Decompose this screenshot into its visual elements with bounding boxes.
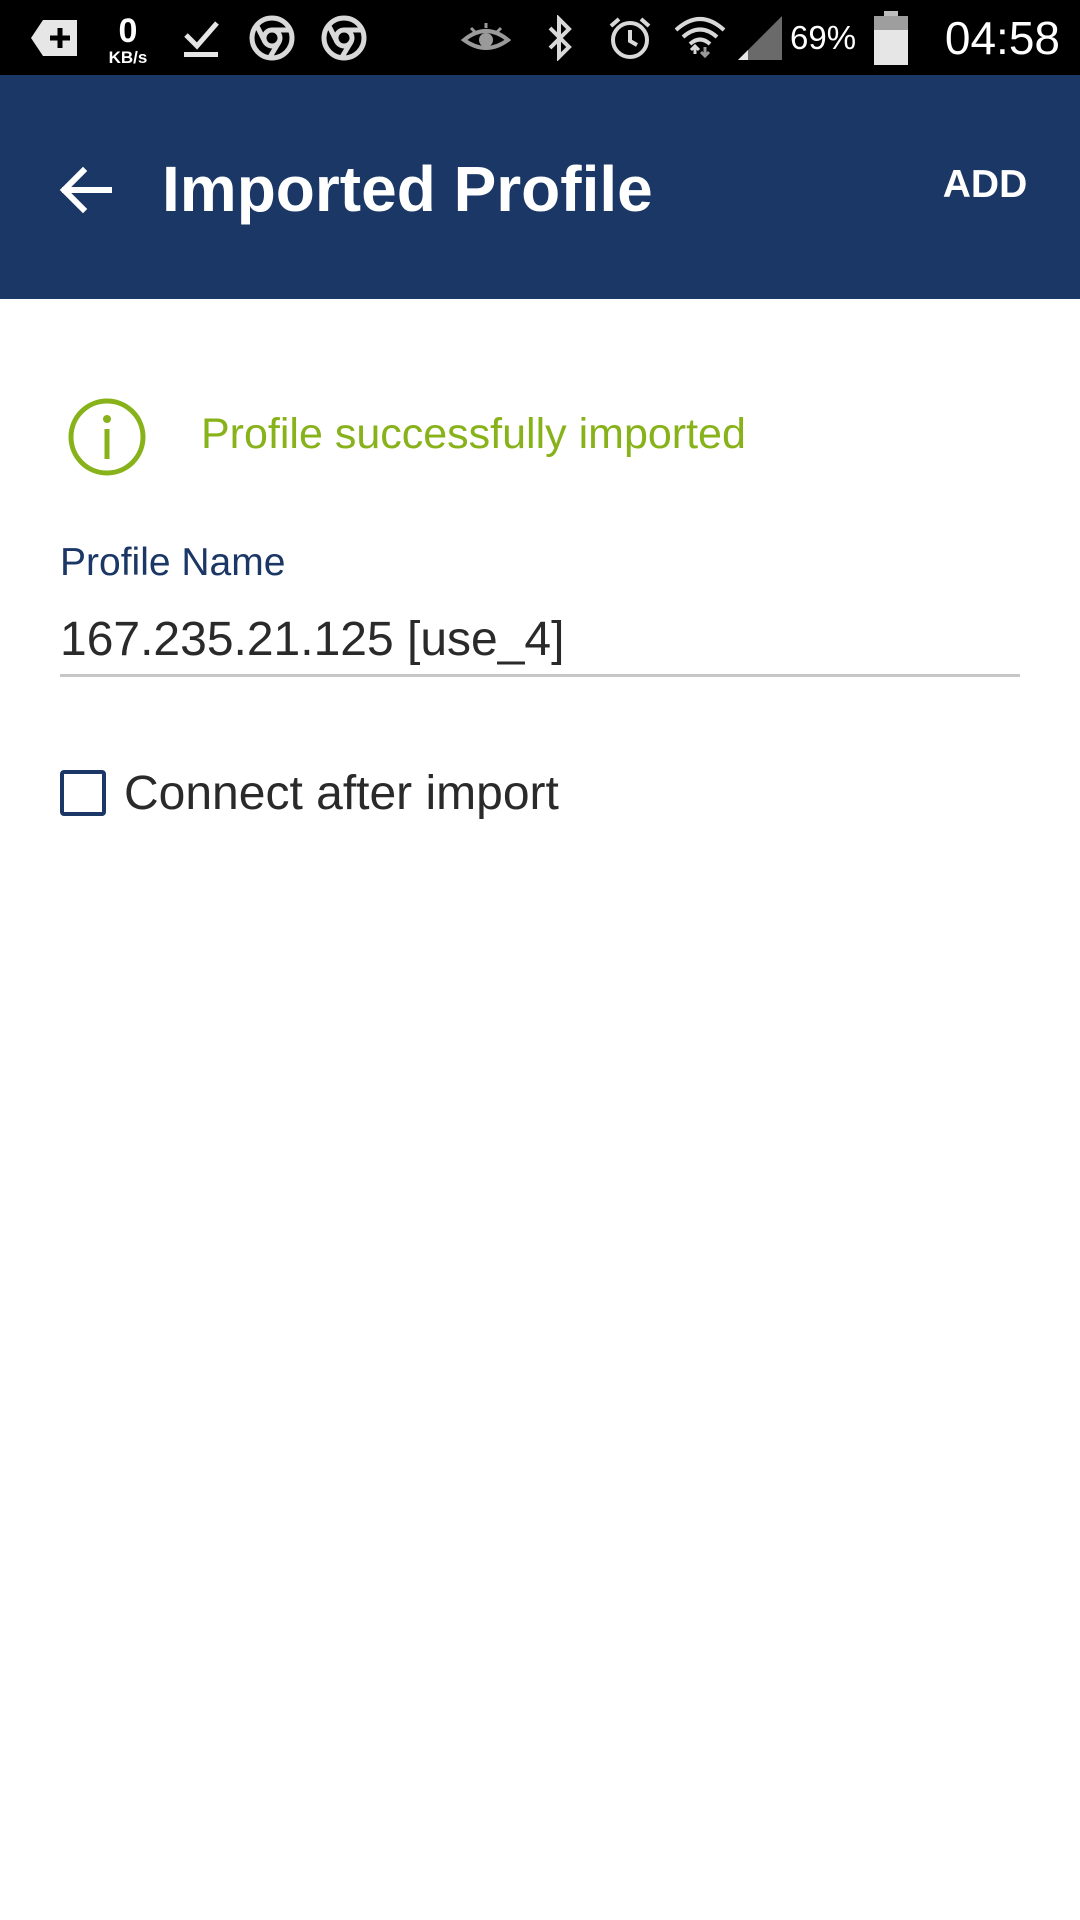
connect-after-import-option[interactable]: Connect after import	[60, 760, 559, 826]
signal-icon	[734, 0, 786, 75]
page-title: Imported Profile	[162, 153, 653, 225]
connect-after-import-checkbox[interactable]	[60, 770, 106, 816]
add-notification-icon	[25, 0, 85, 75]
app-bar: Imported Profile ADD	[0, 75, 1080, 299]
profile-name-label: Profile Name	[60, 541, 286, 584]
network-speed: 0 KB/s	[100, 0, 156, 75]
chrome-icon	[247, 0, 297, 75]
add-button[interactable]: ADD	[915, 145, 1055, 225]
status-bar: 0 KB/s 69% 04:58	[0, 0, 1080, 75]
profile-name-input[interactable]	[60, 604, 1020, 677]
arrow-back-icon	[59, 166, 112, 214]
battery-icon	[872, 0, 910, 75]
chrome-icon	[319, 0, 369, 75]
status-clock: 04:58	[944, 11, 1060, 64]
connect-after-import-label: Connect after import	[124, 766, 559, 820]
back-button[interactable]	[40, 145, 130, 235]
success-message: Profile successfully imported	[201, 410, 746, 458]
alarm-icon	[604, 0, 656, 75]
eye-icon	[460, 0, 512, 75]
network-speed-unit: KB/s	[108, 47, 148, 67]
wifi-icon	[672, 0, 728, 75]
import-success-banner: Profile successfully imported	[60, 390, 1040, 490]
bluetooth-icon	[540, 0, 580, 75]
download-done-icon	[176, 0, 226, 75]
battery-percent: 69%	[790, 18, 857, 56]
network-speed-value: 0	[118, 11, 138, 50]
info-icon	[68, 398, 146, 476]
